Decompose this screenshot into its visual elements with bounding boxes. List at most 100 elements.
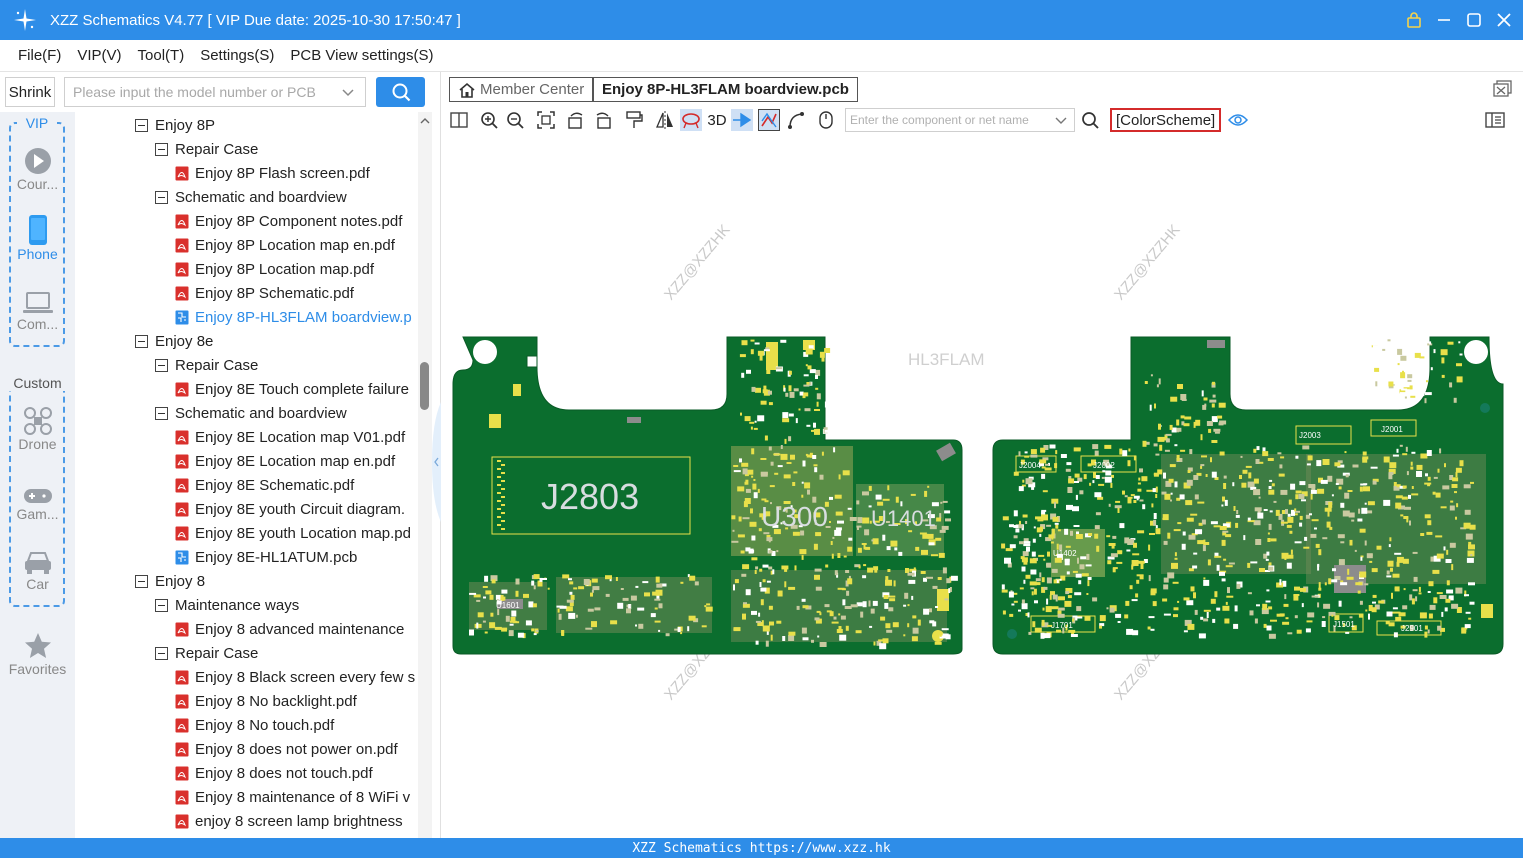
tree-folder[interactable]: Repair Case (155, 353, 258, 377)
tree-file[interactable]: Enjoy 8 Black screen every few s (175, 665, 415, 689)
3d-view-button[interactable]: 3D (705, 109, 729, 131)
mouse-icon[interactable] (815, 109, 837, 131)
category-computer[interactable]: Com... (0, 282, 75, 332)
component-label[interactable]: U1601 (496, 601, 520, 610)
component-search-input[interactable]: Enter the component or net name (845, 108, 1075, 132)
collapse-toggle-icon[interactable] (155, 598, 168, 612)
trace-icon[interactable] (758, 109, 780, 131)
category-car[interactable]: Car (0, 542, 75, 592)
menu-file[interactable]: File(F) (18, 47, 61, 64)
measure-curve-icon[interactable] (785, 109, 807, 131)
model-search-input[interactable]: Please input the model number or PCB (64, 77, 366, 107)
component-label[interactable]: J1501 (1333, 620, 1355, 629)
minimize-button[interactable] (1435, 11, 1453, 29)
menu-pcb-view-settings[interactable]: PCB View settings(S) (290, 47, 433, 64)
category-drone[interactable]: Drone (0, 402, 75, 452)
search-icon[interactable] (1079, 109, 1101, 131)
tab-active-file[interactable]: Enjoy 8P-HL3FLAM boardview.pcb (593, 77, 858, 102)
component-label[interactable]: J2001 (1381, 425, 1403, 434)
tree-file[interactable]: Enjoy 8 No touch.pdf (175, 713, 334, 737)
rotate-left-icon[interactable] (565, 109, 587, 131)
chevron-down-icon[interactable] (1054, 113, 1068, 130)
tree-folder[interactable]: Enjoy 8 (135, 569, 205, 593)
colorscheme-button[interactable]: [ColorScheme] (1110, 108, 1222, 132)
tree-file[interactable]: Enjoy 8 advanced maintenance (175, 617, 404, 641)
pcb-pad (1201, 390, 1204, 397)
pcb-pad (1180, 449, 1186, 452)
component-label[interactable]: U300 (761, 501, 828, 532)
component-label[interactable]: J2002 (1093, 461, 1115, 470)
menu-vip[interactable]: VIP(V) (77, 47, 121, 64)
tree-file[interactable]: Enjoy 8 maintenance of 8 WiFi v (175, 785, 410, 809)
tree-file[interactable]: Enjoy 8 does not touch.pdf (175, 761, 373, 785)
tree-scrollbar[interactable] (418, 112, 432, 838)
menu-settings[interactable]: Settings(S) (200, 47, 274, 64)
tree-folder[interactable]: Enjoy 8e (135, 329, 213, 353)
tree-file[interactable]: Enjoy 8P Flash screen.pdf (175, 161, 370, 185)
panel-splitter[interactable] (432, 72, 441, 838)
mirror-icon[interactable] (654, 109, 676, 131)
tree-file[interactable]: Enjoy 8E Schematic.pdf (175, 473, 354, 497)
net-highlight-icon[interactable] (680, 109, 702, 131)
paint-roller-icon[interactable] (623, 109, 645, 131)
zoom-in-icon[interactable] (478, 109, 500, 131)
collapse-toggle-icon[interactable] (155, 190, 168, 204)
component-label[interactable]: U1401 (871, 506, 936, 531)
maximize-button[interactable] (1465, 11, 1483, 29)
collapse-toggle-icon[interactable] (155, 358, 168, 372)
component-label[interactable]: J1701 (1051, 621, 1073, 630)
shrink-button[interactable]: Shrink (5, 77, 55, 107)
tree-file[interactable]: Enjoy 8P Location map.pdf (175, 257, 374, 281)
component-label[interactable]: J2803 (541, 476, 639, 517)
scrollbar-thumb[interactable] (420, 362, 429, 410)
menu-tool[interactable]: Tool(T) (138, 47, 185, 64)
tree-folder[interactable]: Schematic and boardview (155, 185, 347, 209)
split-view-icon[interactable] (448, 109, 470, 131)
tree-folder[interactable]: Repair Case (155, 641, 258, 665)
lock-icon[interactable] (1405, 11, 1423, 29)
collapse-toggle-icon[interactable] (135, 334, 148, 348)
component-label[interactable]: J2003 (1299, 431, 1321, 440)
rotate-right-icon[interactable] (592, 109, 614, 131)
collapse-toggle-icon[interactable] (135, 574, 148, 588)
category-favorites[interactable]: Favorites (0, 627, 75, 677)
component-label[interactable]: J2901 (1401, 624, 1423, 633)
select-pointer-icon[interactable] (731, 109, 753, 131)
tree-file[interactable]: Enjoy 8 No backlight.pdf (175, 689, 357, 713)
tab-member-center[interactable]: Member Center (449, 77, 594, 102)
zoom-out-icon[interactable] (504, 109, 526, 131)
tree-file[interactable]: Enjoy 8E-HL1ATUM.pcb (175, 545, 357, 569)
category-phone[interactable]: Phone (0, 212, 75, 262)
fit-screen-icon[interactable] (535, 109, 557, 131)
tree-folder[interactable]: Schematic and boardview (155, 401, 347, 425)
tree-file[interactable]: Enjoy 8E Location map en.pdf (175, 449, 395, 473)
tree-file[interactable]: Enjoy 8P-HL3FLAM boardview.p (175, 305, 412, 329)
component-label[interactable]: J2004 (1019, 461, 1041, 470)
tree-file[interactable]: Enjoy 8P Component notes.pdf (175, 209, 402, 233)
side-panel-icon[interactable] (1484, 109, 1506, 131)
eye-icon[interactable] (1227, 109, 1249, 131)
tree-file[interactable]: Enjoy 8P Schematic.pdf (175, 281, 354, 305)
pcb-canvas[interactable]: XZZ@XZZHK XZZ@XZZHK XZZ@XZZHK XZZ@XZZHK … (441, 134, 1523, 838)
tree-folder[interactable]: Maintenance ways (155, 593, 299, 617)
collapse-toggle-icon[interactable] (135, 118, 148, 132)
component-label[interactable]: U1402 (1053, 549, 1077, 558)
tree-file[interactable]: Enjoy 8P Location map en.pdf (175, 233, 395, 257)
tree-file[interactable]: Enjoy 8E Location map V01.pdf (175, 425, 405, 449)
tree-folder[interactable]: Enjoy 8P (135, 113, 215, 137)
category-game[interactable]: Gam... (0, 472, 75, 522)
collapse-toggle-icon[interactable] (155, 142, 168, 156)
category-courses[interactable]: Cour... (0, 142, 75, 192)
tree-file[interactable]: Enjoy 8E youth Location map.pd (175, 521, 411, 545)
collapse-toggle-icon[interactable] (155, 646, 168, 660)
tree-file[interactable]: Enjoy 8E youth Circuit diagram. (175, 497, 405, 521)
tree-file[interactable]: Enjoy 8 does not power on.pdf (175, 737, 398, 761)
chevron-down-icon[interactable] (341, 85, 355, 102)
close-all-tabs-icon[interactable] (1493, 80, 1513, 103)
close-button[interactable] (1495, 11, 1513, 29)
tree-file[interactable]: Enjoy 8E Touch complete failure (175, 377, 409, 401)
collapse-toggle-icon[interactable] (155, 406, 168, 420)
search-button[interactable] (376, 77, 425, 107)
tree-folder[interactable]: Repair Case (155, 137, 258, 161)
tree-file[interactable]: enjoy 8 screen lamp brightness (175, 809, 403, 833)
